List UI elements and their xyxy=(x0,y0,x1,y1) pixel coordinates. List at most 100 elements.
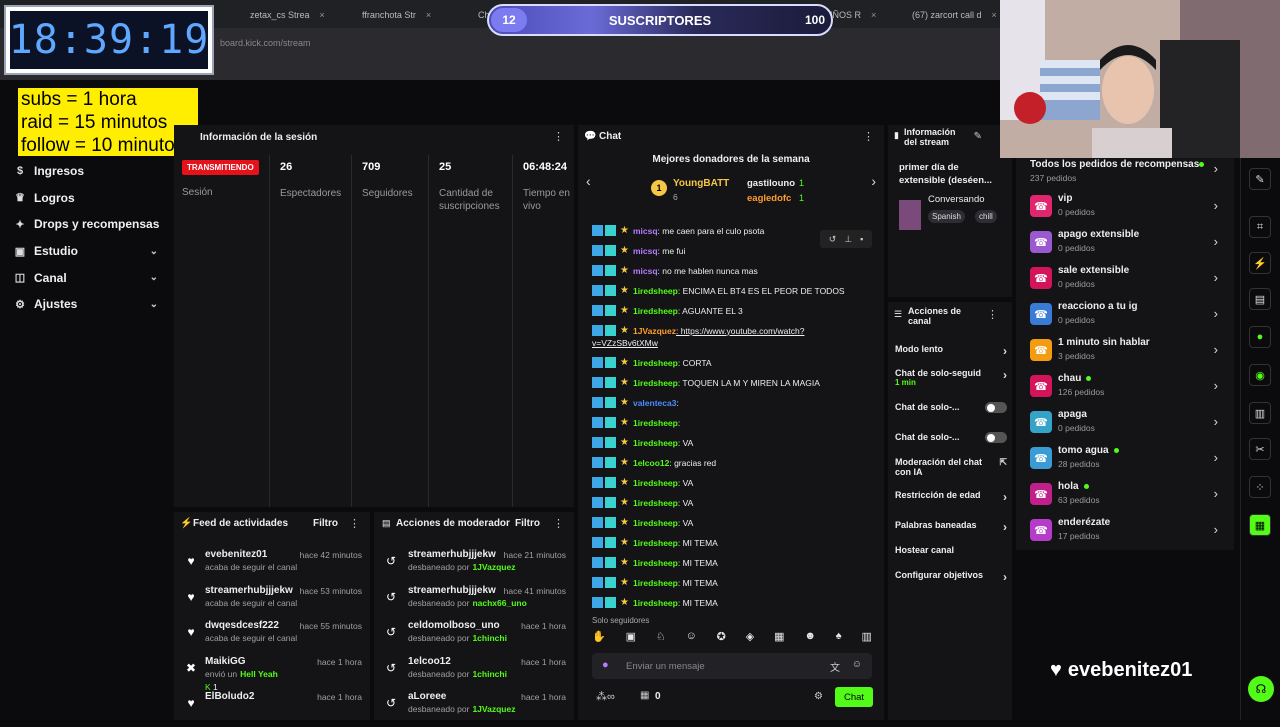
translate-icon[interactable]: 文 xyxy=(830,659,840,674)
mod-target-user[interactable]: celdomolboso_uno xyxy=(408,620,500,631)
rewards-title[interactable]: Todos los pedidos de recompensas xyxy=(1030,159,1199,170)
chat-username[interactable]: 1iredsheep xyxy=(633,438,678,448)
share-icon[interactable]: ⁘ xyxy=(1249,476,1271,498)
sidebar-item[interactable]: ◫ Canal ⌄ xyxy=(0,264,172,291)
chevron-right-icon[interactable]: › xyxy=(1214,234,1218,249)
mod-by-user[interactable]: 1JVazquez xyxy=(472,562,515,572)
chat-username[interactable]: micsq xyxy=(633,226,658,236)
chevron-right-icon[interactable]: › xyxy=(1214,342,1218,357)
more-icon[interactable]: ⋮ xyxy=(553,517,564,530)
feed-username[interactable]: streamerhubjjjekw xyxy=(205,585,293,596)
mod-filter-button[interactable]: Filtro xyxy=(515,518,540,529)
chat-username[interactable]: 1iredsheep xyxy=(633,558,678,568)
reward-item[interactable]: ☎ vip 0 pedidos › xyxy=(1030,191,1226,225)
tab-label[interactable]: ffranchota Str xyxy=(362,10,416,20)
reward-item[interactable]: ☎ tomo agua 28 pedidos › xyxy=(1030,443,1226,477)
channel-action-item[interactable]: Modo lento › xyxy=(895,344,1007,358)
channel-action-label[interactable]: Chat de solo-seguid xyxy=(895,368,989,378)
support-icon[interactable]: ☊ xyxy=(1248,676,1274,702)
chat-username[interactable]: micsq xyxy=(633,266,658,276)
mod-target-user[interactable]: 1elcoo12 xyxy=(408,656,451,667)
channel-action-label[interactable]: Moderación del chat con IA xyxy=(895,457,989,477)
send-chat-button[interactable]: Chat xyxy=(835,687,873,707)
layers-icon[interactable]: ▥ xyxy=(1249,402,1271,424)
chat-username[interactable]: 1iredsheep xyxy=(633,306,678,316)
chat-username[interactable]: 1elcoo12 xyxy=(633,458,669,468)
feed-username[interactable]: ElBoludo2 xyxy=(205,691,254,702)
feed-username[interactable]: dwqesdcesf222 xyxy=(205,620,279,631)
chevron-right-icon[interactable]: › xyxy=(1003,368,1007,382)
chat-icon[interactable]: ● xyxy=(1249,326,1271,348)
chevron-right-icon[interactable]: › xyxy=(1003,490,1007,504)
chat-input[interactable]: ● Enviar un mensaje 文 ☺ xyxy=(592,653,872,679)
channel-action-label[interactable]: Palabras baneadas xyxy=(895,520,989,530)
tag-chip[interactable]: Spanish xyxy=(928,210,965,223)
chevron-right-icon[interactable]: › xyxy=(1214,270,1218,285)
reward-item[interactable]: ☎ apago extensible 0 pedidos › xyxy=(1030,227,1226,261)
mod-by-user[interactable]: 1chinchi xyxy=(472,633,506,643)
mod-target-user[interactable]: streamerhubjjjekw xyxy=(408,549,496,560)
gear-icon[interactable]: ⚙ xyxy=(814,691,823,702)
wrench-icon[interactable]: ✂ xyxy=(1249,438,1271,460)
edit-icon[interactable]: ✎ xyxy=(974,131,982,142)
more-icon[interactable]: ⋮ xyxy=(863,130,874,143)
channel-action-label[interactable]: Hostear canal xyxy=(895,545,989,555)
reward-item[interactable]: ☎ chau 126 pedidos › xyxy=(1030,371,1226,405)
chevron-right-icon[interactable]: › xyxy=(1003,344,1007,358)
channel-action-item[interactable]: Chat de solo-... xyxy=(895,432,1007,443)
channel-action-item[interactable]: Palabras baneadas › xyxy=(895,520,1007,534)
chat-username[interactable]: 1iredsheep xyxy=(633,538,678,548)
channel-action-label[interactable]: Restricción de edad xyxy=(895,490,989,500)
browser-tab[interactable]: zetax_cs Strea × xyxy=(250,6,350,24)
more-icon[interactable]: ⋮ xyxy=(553,130,564,143)
chat-username[interactable]: 1iredsheep xyxy=(633,598,678,608)
channel-action-item[interactable]: Chat de solo-... xyxy=(895,402,1007,413)
emoji-icon[interactable]: ☺ xyxy=(852,659,862,670)
chevron-right-icon[interactable]: › xyxy=(1214,378,1218,393)
reward-item[interactable]: ☎ enderézate 17 pedidos › xyxy=(1030,515,1226,549)
mod-by-user[interactable]: nachx66_uno xyxy=(472,598,526,608)
chevron-right-icon[interactable]: › xyxy=(871,173,876,189)
toggle-switch[interactable] xyxy=(985,402,1007,413)
feed-username[interactable]: evebenitez01 xyxy=(205,549,267,560)
chevron-left-icon[interactable]: ‹ xyxy=(586,173,591,189)
sidebar-item[interactable]: $ Ingresos xyxy=(0,158,172,185)
chat-username[interactable]: 1iredsheep xyxy=(633,498,678,508)
tab-label[interactable]: zetax_cs Strea xyxy=(250,10,310,20)
tag-chip[interactable]: chill xyxy=(975,210,997,223)
chevron-down-icon[interactable]: ⌄ xyxy=(150,299,158,310)
chat-username[interactable]: 1iredsheep xyxy=(633,378,678,388)
chevron-right-icon[interactable]: › xyxy=(1214,522,1218,537)
channel-action-label[interactable]: Chat de solo-... xyxy=(895,432,989,442)
channel-action-label[interactable]: Modo lento xyxy=(895,344,989,354)
close-icon[interactable]: × xyxy=(320,10,325,20)
reward-item[interactable]: ☎ reacciono a tu ig 0 pedidos › xyxy=(1030,299,1226,333)
more-icon[interactable]: ⋮ xyxy=(987,308,998,321)
tab-label[interactable]: (67) zarcort call d xyxy=(912,10,982,20)
more-icon[interactable]: ⋮ xyxy=(349,517,360,530)
crop-icon[interactable]: ⌗ xyxy=(1249,216,1271,238)
channel-action-item[interactable]: Moderación del chat con IA ⇱ xyxy=(895,457,1007,477)
chevron-right-icon[interactable]: › xyxy=(1214,161,1218,176)
chat-input-placeholder[interactable]: Enviar un mensaje xyxy=(626,661,705,672)
feed-filter-button[interactable]: Filtro xyxy=(313,518,338,529)
channel-action-label[interactable]: Configurar objetivos xyxy=(895,570,989,580)
mod-target-user[interactable]: aLoreee xyxy=(408,691,446,702)
chevron-right-icon[interactable]: › xyxy=(1214,486,1218,501)
chat-username[interactable]: 1iredsheep xyxy=(633,478,678,488)
browser-tab[interactable]: ffranchota Str × xyxy=(362,6,462,24)
channel-action-label[interactable]: Chat de solo-... xyxy=(895,402,989,412)
toggle-switch[interactable] xyxy=(985,432,1007,443)
browser-tab[interactable]: (67) zarcort call d × xyxy=(912,6,1012,24)
viewers-icon[interactable]: ⁂∞ xyxy=(596,690,615,703)
mod-by-user[interactable]: 1JVazquez xyxy=(472,704,515,714)
chevron-right-icon[interactable]: › xyxy=(1214,198,1218,213)
feed-username[interactable]: MaikiGG xyxy=(205,656,246,667)
channel-action-item[interactable]: Restricción de edad › xyxy=(895,490,1007,504)
reward-item[interactable]: ☎ apaga 0 pedidos › xyxy=(1030,407,1226,441)
pencil-icon[interactable]: ✎ xyxy=(1249,168,1271,190)
document-icon[interactable]: ▤ xyxy=(1249,288,1271,310)
chevron-down-icon[interactable]: ⌄ xyxy=(150,246,158,257)
lightning-icon[interactable]: ⚡ xyxy=(1249,252,1271,274)
chevron-down-icon[interactable]: ⌄ xyxy=(150,272,158,283)
